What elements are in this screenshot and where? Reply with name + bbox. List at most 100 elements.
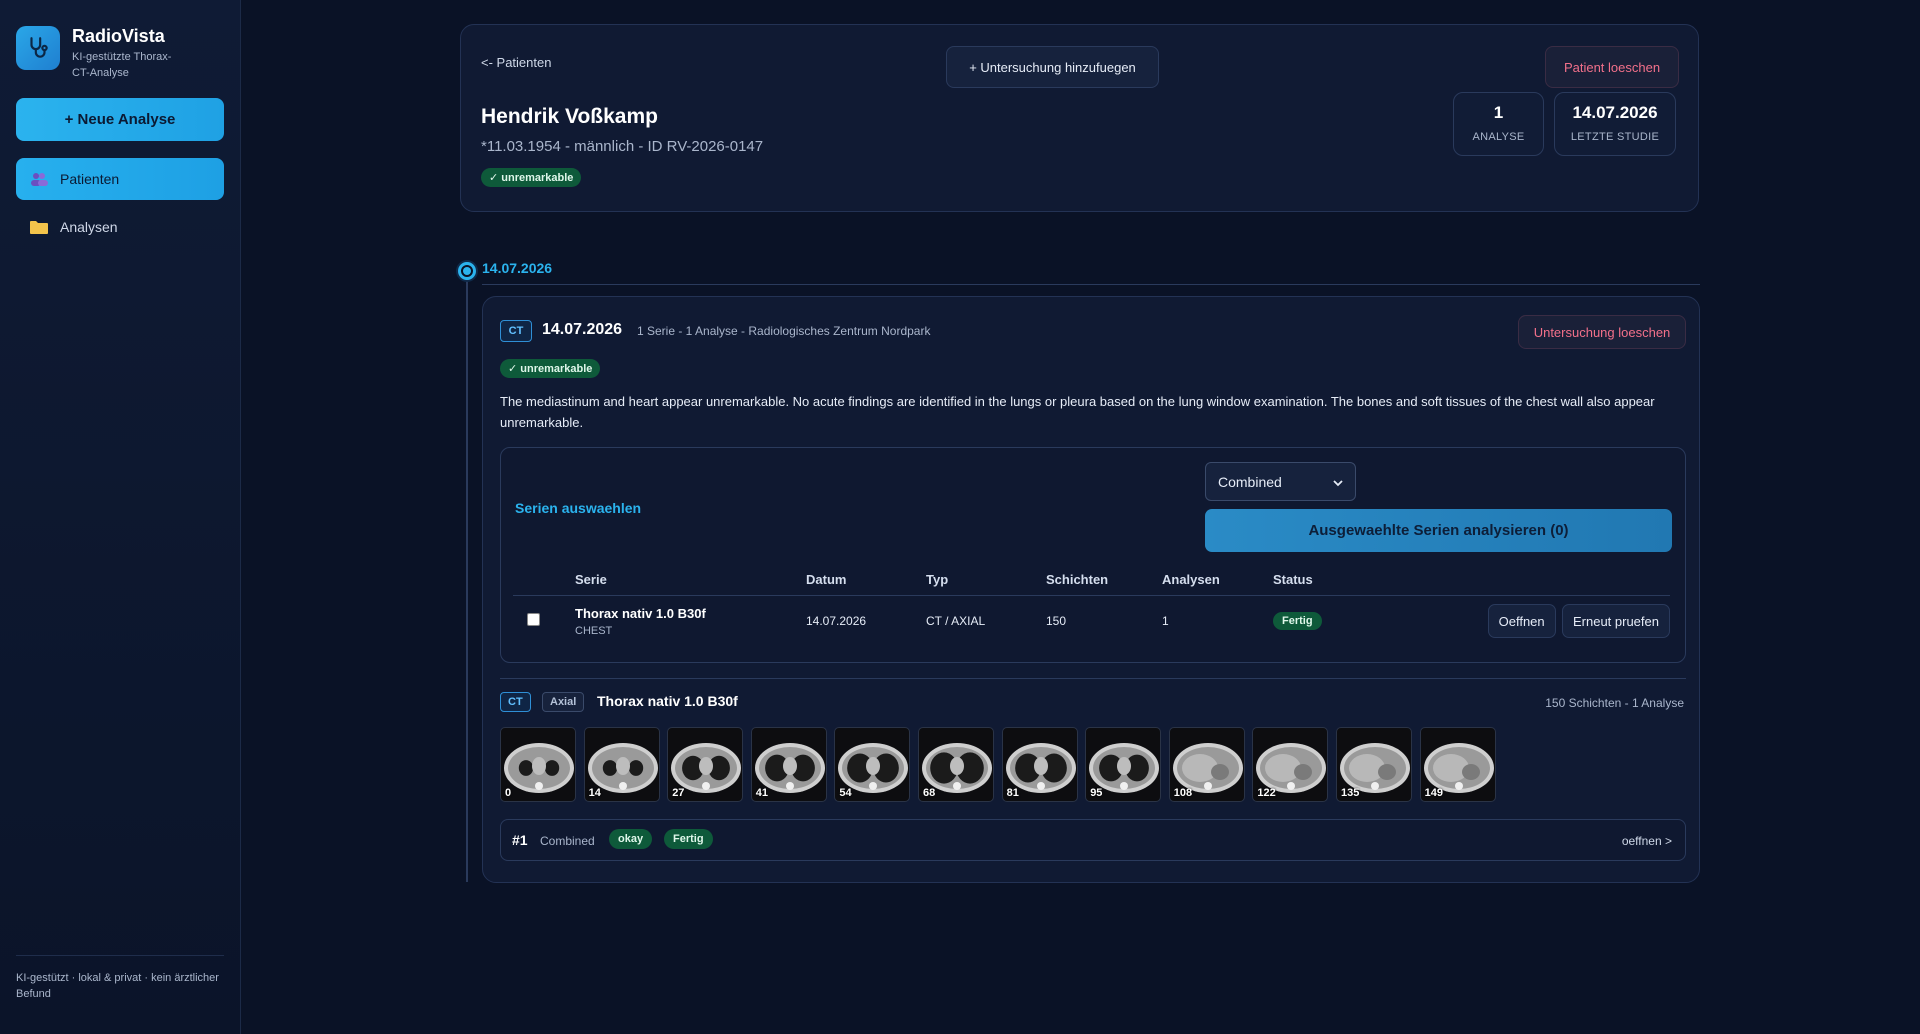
stat-last-study: 14.07.2026 LETZTE STUDIE bbox=[1554, 92, 1676, 156]
analysis-result-badge: okay bbox=[609, 829, 653, 849]
series-detail-summary: 150 Schichten - 1 Analyse bbox=[1545, 696, 1684, 710]
slice-number: 95 bbox=[1090, 787, 1103, 799]
slice-thumbnail[interactable]: 54 bbox=[834, 727, 911, 802]
exam-report-text: The mediastinum and heart appear unremar… bbox=[500, 394, 1655, 430]
brand: RadioVista KI-gestützte Thorax-CT-Analys… bbox=[16, 26, 182, 81]
slice-thumbnail[interactable]: 27 bbox=[667, 727, 744, 802]
brand-name: RadioVista bbox=[72, 26, 165, 46]
col-header-serie: Serie bbox=[575, 565, 806, 596]
series-detail-name: Thorax nativ 1.0 B30f bbox=[597, 693, 738, 709]
exam-status-badge: ✓ unremarkable bbox=[500, 359, 601, 378]
analysis-index: #1 bbox=[512, 832, 528, 848]
slice-thumbnail[interactable]: 149 bbox=[1419, 727, 1496, 802]
row-checkbox-cell bbox=[513, 595, 575, 647]
exam-status-wrapper: ✓ unremarkable bbox=[500, 359, 601, 378]
patient-status-badge: ✓ unremarkable bbox=[481, 168, 582, 187]
slice-number: 14 bbox=[588, 787, 601, 799]
brand-subtitle: KI-gestützte Thorax-CT-Analyse bbox=[72, 51, 172, 79]
back-to-patients-link[interactable]: <- Patienten bbox=[481, 55, 551, 70]
slice-number: 27 bbox=[672, 787, 685, 799]
delete-patient-button[interactable]: Patient loeschen bbox=[1545, 46, 1679, 88]
slice-thumbnail[interactable]: 81 bbox=[1001, 727, 1078, 802]
slice-number: 0 bbox=[505, 787, 512, 799]
timeline-dot bbox=[458, 262, 476, 280]
open-series-button[interactable]: Oeffnen bbox=[1487, 604, 1556, 639]
series-body-part: CHEST bbox=[575, 624, 613, 637]
stat-label: LETZTE STUDIE bbox=[1570, 131, 1660, 143]
folder-icon bbox=[30, 220, 48, 234]
sidebar-item-patienten[interactable]: Patienten bbox=[16, 158, 224, 200]
recheck-series-button[interactable]: Erneut pruefen bbox=[1561, 604, 1670, 639]
open-analysis-link[interactable]: oeffnen > bbox=[1622, 834, 1672, 848]
col-header-schichten: Schichten bbox=[1046, 565, 1162, 596]
slice-thumbnail[interactable]: 95 bbox=[1085, 727, 1162, 802]
series-table-header: Serie Datum Typ Schichten Analysen Statu… bbox=[513, 565, 1670, 596]
series-modality-tag: CT bbox=[500, 692, 531, 712]
series-type: CT / AXIAL bbox=[926, 614, 986, 629]
slice-number: 81 bbox=[1006, 787, 1019, 799]
exam-meta: 1 Serie - 1 Analyse - Radiologisches Zen… bbox=[637, 324, 931, 338]
series-status-badge: Fertig bbox=[1273, 612, 1322, 631]
analysis-mode: Combined bbox=[540, 834, 595, 848]
stat-value: 1 bbox=[1493, 103, 1504, 122]
timeline-line bbox=[466, 270, 468, 882]
series-slices: 150 bbox=[1046, 614, 1067, 629]
actions-col-header bbox=[1472, 565, 1670, 596]
analysis-status-badge: Fertig bbox=[664, 829, 713, 849]
col-header-status: Status bbox=[1273, 565, 1472, 596]
sidebar: RadioVista KI-gestützte Thorax-CT-Analys… bbox=[0, 0, 241, 1034]
patient-status-wrapper: ✓ unremarkable bbox=[481, 168, 582, 187]
slice-thumbnail[interactable]: 41 bbox=[750, 727, 827, 802]
col-header-typ: Typ bbox=[926, 565, 1046, 596]
patient-name: Hendrik Voßkamp bbox=[481, 105, 658, 128]
slice-number: 149 bbox=[1424, 787, 1443, 799]
timeline-date: 14.07.2026 bbox=[482, 260, 553, 276]
analyze-selected-button[interactable]: Ausgewaehlte Serien analysieren (0) bbox=[1205, 509, 1672, 552]
series-status-cell: Fertig bbox=[1273, 595, 1472, 647]
sidebar-item-label: Analysen bbox=[60, 219, 118, 235]
col-header-analysen: Analysen bbox=[1162, 565, 1273, 596]
series-detail-divider bbox=[500, 678, 1686, 679]
slice-thumbnail[interactable]: 68 bbox=[918, 727, 994, 802]
slice-number: 54 bbox=[839, 787, 852, 799]
sidebar-item-label: Patienten bbox=[60, 171, 120, 187]
slice-number: 135 bbox=[1341, 787, 1360, 799]
series-analyses: 1 bbox=[1162, 614, 1169, 629]
stat-analyses: 1 ANALYSE bbox=[1453, 92, 1544, 156]
slice-thumbnail[interactable]: 14 bbox=[583, 727, 660, 802]
stat-label: ANALYSE bbox=[1472, 131, 1525, 143]
chevron-down-icon bbox=[1333, 474, 1343, 490]
slice-number: 122 bbox=[1257, 787, 1276, 799]
col-header-datum: Datum bbox=[806, 565, 926, 596]
patient-header-card: <- Patienten + Untersuchung hinzufuegen … bbox=[460, 24, 1699, 212]
series-name-cell: Thorax nativ 1.0 B30f CHEST bbox=[575, 595, 806, 647]
slice-thumbnail[interactable]: 108 bbox=[1168, 727, 1245, 802]
series-select-title: Serien auswaehlen bbox=[515, 500, 642, 516]
stat-value: 14.07.2026 bbox=[1572, 103, 1658, 122]
table-row: Thorax nativ 1.0 B30f CHEST 14.07.2026 C… bbox=[513, 595, 1670, 647]
series-name: Thorax nativ 1.0 B30f bbox=[575, 605, 706, 621]
sidebar-item-analysen[interactable]: Analysen bbox=[16, 206, 224, 248]
row-checkbox[interactable] bbox=[527, 613, 540, 627]
slice-number: 41 bbox=[755, 787, 769, 799]
slice-thumbnail[interactable]: 0 bbox=[500, 727, 576, 802]
mode-select[interactable]: Combined bbox=[1205, 462, 1356, 501]
slice-thumbnail[interactable]: 122 bbox=[1252, 727, 1329, 802]
sidebar-footer: KI-gestützt · lokal & privat · kein ärzt… bbox=[16, 955, 224, 1002]
checkbox-col-header bbox=[513, 565, 575, 596]
exam-date: 14.07.2026 bbox=[542, 321, 623, 338]
series-orientation-tag: Axial bbox=[542, 692, 585, 712]
slice-number: 68 bbox=[923, 787, 936, 799]
patient-meta: *11.03.1954 - männlich - ID RV-2026-0147 bbox=[481, 138, 764, 155]
delete-exam-button[interactable]: Untersuchung loeschen bbox=[1518, 315, 1686, 349]
new-analysis-button[interactable]: + Neue Analyse bbox=[16, 98, 224, 141]
slice-thumbnail[interactable]: 135 bbox=[1336, 727, 1412, 802]
slice-number: 108 bbox=[1173, 787, 1193, 799]
exam-modality-tag: CT bbox=[500, 320, 532, 342]
mode-select-value: Combined bbox=[1218, 473, 1282, 490]
series-actions-cell: Oeffnen Erneut pruefen bbox=[1472, 595, 1670, 647]
series-date: 14.07.2026 bbox=[806, 614, 867, 629]
users-icon bbox=[30, 172, 48, 186]
stethoscope-icon bbox=[16, 26, 60, 70]
add-exam-button[interactable]: + Untersuchung hinzufuegen bbox=[946, 46, 1159, 88]
